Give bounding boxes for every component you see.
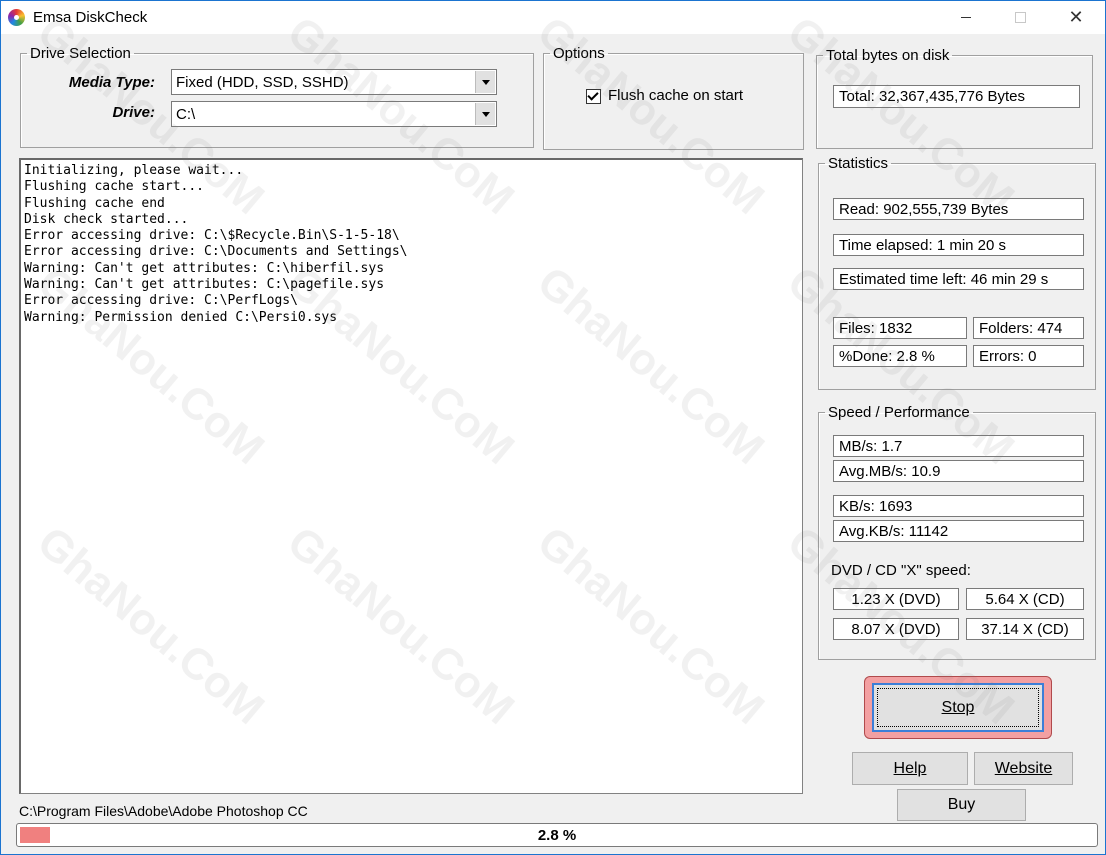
website-button[interactable]: Website <box>974 752 1073 785</box>
media-type-dropdown-button[interactable] <box>475 71 495 93</box>
minimize-icon <box>961 17 971 18</box>
avg-mbs-readout: Avg.MB/s: 10.9 <box>833 460 1084 482</box>
flush-cache-label[interactable]: Flush cache on start <box>608 87 743 104</box>
current-path-text: C:\Program Files\Adobe\Adobe Photoshop C… <box>19 803 308 819</box>
drive-selection-group: Drive Selection <box>20 45 534 148</box>
app-window: Emsa DiskCheck ✕ Drive Selection Media T… <box>0 0 1106 855</box>
errors-readout: Errors: 0 <box>973 345 1084 367</box>
dvd-cd-speed-label: DVD / CD "X" speed: <box>831 562 971 579</box>
app-disc-icon <box>8 9 25 26</box>
statistics-legend: Statistics <box>828 155 889 172</box>
stop-button-label: Stop <box>877 688 1039 727</box>
progress-bar: 2.8 % <box>16 823 1098 847</box>
dvd-speed-readout: 1.23 X (DVD) <box>833 588 959 610</box>
log-line: Warning: Can't get attributes: C:\pagefi… <box>24 277 385 293</box>
minimize-button[interactable] <box>943 1 989 34</box>
drive-label: Drive: <box>112 104 155 121</box>
log-line: Initializing, please wait... <box>24 163 244 178</box>
maximize-icon <box>1014 12 1026 23</box>
percent-done-readout: %Done: 2.8 % <box>833 345 967 367</box>
buy-button[interactable]: Buy <box>897 789 1026 821</box>
speed-performance-legend: Speed / Performance <box>828 404 970 421</box>
log-line: Flushing cache start... <box>24 179 205 195</box>
drive-dropdown-button[interactable] <box>475 103 495 125</box>
time-elapsed-readout: Time elapsed: 1 min 20 s <box>833 234 1084 256</box>
files-readout: Files: 1832 <box>833 317 967 339</box>
options-legend: Options <box>553 45 605 62</box>
log-line: Error accessing drive: C:\PerfLogs\ <box>24 293 298 309</box>
cd-speed-readout: 37.14 X (CD) <box>966 618 1084 640</box>
close-icon: ✕ <box>1068 7 1084 27</box>
flush-cache-checkbox[interactable] <box>586 89 601 104</box>
media-type-select[interactable]: Fixed (HDD, SSD, SSHD) <box>171 69 497 95</box>
total-bytes-value: Total: 32,367,435,776 Bytes <box>833 85 1080 108</box>
read-bytes-readout: Read: 902,555,739 Bytes <box>833 198 1084 220</box>
log-line: Error accessing drive: C:\$Recycle.Bin\S… <box>24 228 400 244</box>
dvd-speed-readout: 8.07 X (DVD) <box>833 618 959 640</box>
drive-value: C:\ <box>176 106 196 123</box>
media-type-label: Media Type: <box>68 74 155 91</box>
log-line: Warning: Can't get attributes: C:\hiberf… <box>24 260 385 276</box>
log-line: Flushing cache end <box>24 195 165 211</box>
progress-text: 2.8 % <box>537 827 577 844</box>
kbs-readout: KB/s: 1693 <box>833 495 1084 517</box>
drive-selection-legend: Drive Selection <box>30 45 131 62</box>
chevron-down-icon <box>481 79 490 85</box>
log-line: Warning: Permission denied C:\Persi0.sys <box>24 309 338 325</box>
close-button[interactable]: ✕ <box>1053 1 1099 34</box>
window-title: Emsa DiskCheck <box>33 9 148 26</box>
log-output[interactable]: Initializing, please wait... Flushing ca… <box>19 158 803 794</box>
maximize-button[interactable] <box>997 1 1043 34</box>
time-left-readout: Estimated time left: 46 min 29 s <box>833 268 1084 290</box>
drive-select[interactable]: C:\ <box>171 101 497 127</box>
stop-button-frame: Stop <box>864 676 1052 739</box>
stop-button[interactable]: Stop <box>872 683 1044 732</box>
log-line: Error accessing drive: C:\Documents and … <box>24 244 408 260</box>
total-bytes-legend: Total bytes on disk <box>826 47 950 64</box>
mbs-readout: MB/s: 1.7 <box>833 435 1084 457</box>
media-type-value: Fixed (HDD, SSD, SSHD) <box>176 74 349 91</box>
log-line: Disk check started... <box>24 211 189 227</box>
title-bar[interactable]: Emsa DiskCheck ✕ <box>1 1 1105 34</box>
help-button[interactable]: Help <box>852 752 968 785</box>
folders-readout: Folders: 474 <box>973 317 1084 339</box>
cd-speed-readout: 5.64 X (CD) <box>966 588 1084 610</box>
chevron-down-icon <box>481 111 490 117</box>
avg-kbs-readout: Avg.KB/s: 11142 <box>833 520 1084 542</box>
